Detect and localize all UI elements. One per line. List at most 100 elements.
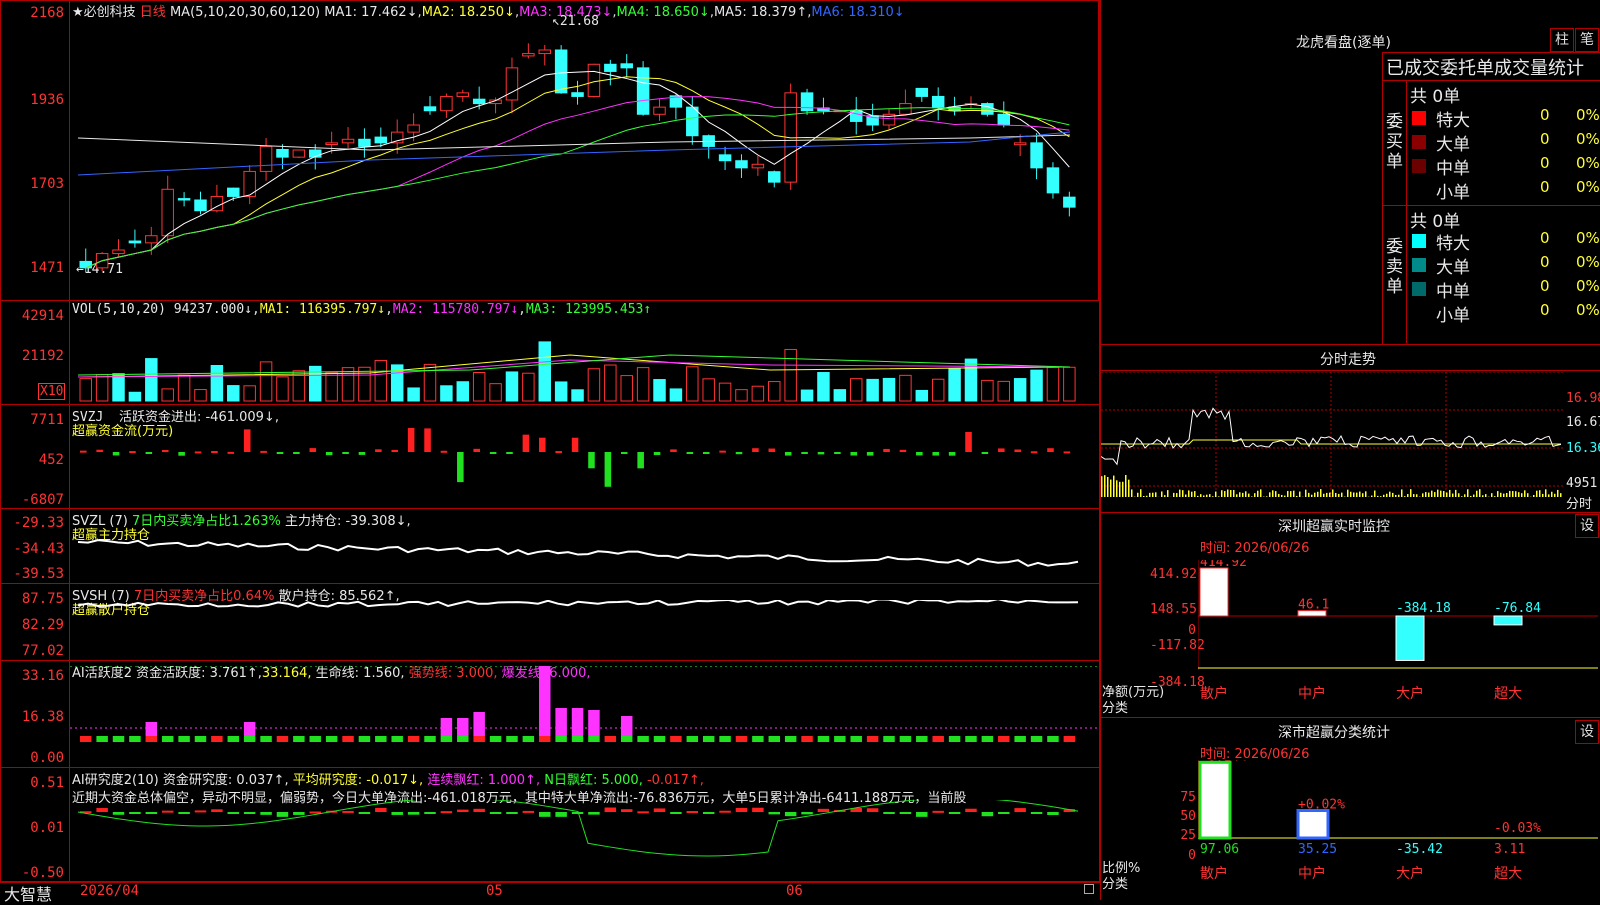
- candle-body: [621, 64, 632, 68]
- research-bar: [588, 812, 599, 815]
- category-name: 中单: [1436, 277, 1470, 302]
- research-bar: [932, 811, 943, 813]
- activity-bar: [572, 708, 583, 736]
- research-bar: [785, 812, 796, 816]
- activity-base-bar: [1064, 736, 1075, 742]
- tick-view-button[interactable]: 笔: [1575, 28, 1599, 52]
- volume-bar: [687, 367, 698, 401]
- volume-bar: [113, 374, 124, 401]
- research-bar: [146, 812, 157, 814]
- fund-flow-bar: [621, 452, 628, 454]
- intraday-volume: [1545, 489, 1547, 497]
- fund-flow-bar: [1014, 449, 1021, 452]
- ai2-axis-label: 0.01: [0, 820, 64, 836]
- bar-view-button[interactable]: 柱: [1550, 28, 1574, 52]
- volume-bar: [211, 366, 222, 401]
- fund-flow-bar: [293, 452, 300, 454]
- activity-base-bar: [949, 736, 960, 742]
- category-name: 特大: [1436, 229, 1470, 254]
- research-bar: [1014, 808, 1025, 812]
- activity-base-bar: [900, 736, 911, 742]
- research-bar: [555, 812, 566, 817]
- intraday-volume: [1467, 489, 1469, 497]
- intraday-volume: [1470, 496, 1472, 497]
- research-bar: [1031, 812, 1042, 814]
- research-bar: [1047, 812, 1058, 815]
- intraday-volume: [1377, 496, 1379, 497]
- intraday-volume: [1452, 494, 1454, 497]
- research-bar: [654, 808, 665, 812]
- fund-flow-bar: [588, 452, 595, 468]
- price-axis-label: 1471: [0, 260, 64, 276]
- candle-body: [293, 150, 304, 157]
- price-axis-label: 2168: [0, 5, 64, 21]
- intraday-volume: [1494, 496, 1496, 497]
- research-bar: [424, 812, 435, 814]
- category-swatch: [1412, 111, 1426, 125]
- activity-base-bar: [834, 736, 845, 742]
- category-count: 0: [1540, 277, 1550, 295]
- intraday-axis: 16.36: [1566, 441, 1600, 456]
- volume-bar: [850, 379, 861, 401]
- category-label: 中户: [1298, 865, 1326, 882]
- price-axis-label: 1703: [0, 176, 64, 192]
- volume-bar: [96, 375, 107, 401]
- category-label: 超大: [1494, 866, 1522, 882]
- activity-base-bar: [96, 736, 107, 742]
- svzl-axis-label: -34.43: [0, 541, 64, 557]
- research-bar: [703, 812, 714, 814]
- intraday-chart: [1101, 372, 1564, 510]
- research-bar: [244, 812, 255, 814]
- fund-flow-bar: [195, 451, 202, 453]
- volume-bar: [736, 390, 747, 401]
- category-label: 超大: [1494, 686, 1522, 702]
- ma20-line: [86, 97, 1070, 268]
- candle-body: [572, 93, 583, 97]
- activity-base-bar: [211, 736, 222, 742]
- research-bar: [523, 811, 534, 813]
- intraday-volume: [1395, 495, 1397, 497]
- activity-base-bar: [588, 736, 599, 742]
- intraday-volume: [1389, 492, 1391, 497]
- research-bar: [162, 811, 173, 813]
- research-bar: [211, 809, 222, 812]
- category-name: 小单: [1436, 301, 1470, 326]
- volume-bar: [818, 373, 829, 401]
- candle-body: [178, 199, 189, 200]
- research-bar: [375, 808, 386, 812]
- research-bar: [96, 808, 107, 812]
- activity-base-bar: [359, 736, 370, 742]
- research-bar: [310, 811, 321, 813]
- volume-bar: [670, 389, 681, 401]
- activity-base-bar: [555, 736, 566, 742]
- ma60-line: [78, 135, 1070, 150]
- sz-class-settings-button[interactable]: 设: [1575, 720, 1599, 744]
- research-bar: [572, 812, 583, 814]
- research-bar: [883, 812, 894, 814]
- intraday-volume: [1194, 491, 1196, 497]
- intraday-volume: [1353, 492, 1355, 497]
- activity-base-bar: [687, 736, 698, 742]
- ratio-value-label: 97.06: [1200, 842, 1239, 857]
- volume-bar: [982, 380, 993, 401]
- volume-bar: [621, 376, 632, 401]
- intraday-axis: 4951: [1566, 476, 1597, 491]
- intraday-volume: [1326, 493, 1328, 497]
- intraday-volume: [1383, 495, 1385, 497]
- activity-base-bar: [162, 736, 173, 742]
- fund-flow-bar: [834, 452, 841, 454]
- sz-monitor-settings-button[interactable]: 设: [1575, 514, 1599, 538]
- lock-icon[interactable]: [1084, 884, 1094, 894]
- volume-bar: [949, 368, 960, 401]
- fund-flow-bar: [457, 452, 464, 482]
- volume-bar: [506, 372, 517, 401]
- category-count: 0: [1540, 130, 1550, 148]
- activity-base-bar: [506, 736, 517, 742]
- fund-flow-bar: [277, 452, 284, 454]
- intraday-volume: [1107, 477, 1109, 497]
- intraday-volume: [1464, 494, 1466, 497]
- sz-class-chart: +0.14%97.06散户+0.02%35.25中户-35.42大户-0.03%…: [1198, 760, 1598, 900]
- activity-base-bar: [178, 736, 189, 742]
- ma2-value: MA2: 18.250↓: [422, 5, 515, 20]
- intraday-volume: [1311, 495, 1313, 497]
